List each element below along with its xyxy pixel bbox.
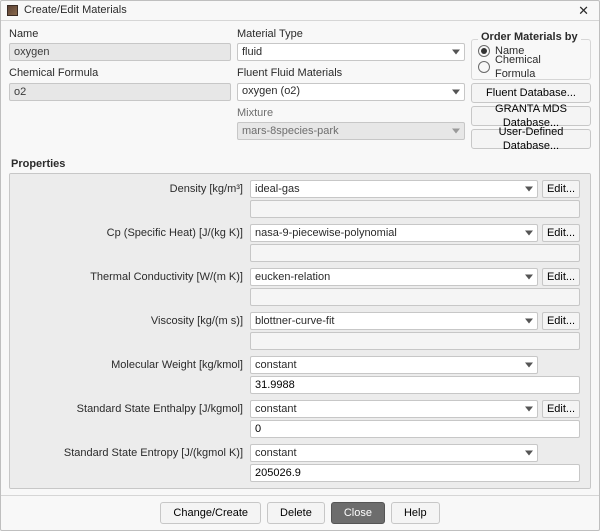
radio-icon	[478, 45, 490, 57]
property-row: Standard State Enthalpy [J/kgmol] constan…	[16, 400, 580, 418]
mixture-select: mars-8species-park	[237, 122, 465, 140]
property-method-select[interactable]: eucken-relation	[250, 268, 538, 286]
chevron-down-icon	[525, 275, 533, 280]
property-label: Standard State Entropy [J/(kgmol K)]	[16, 446, 246, 460]
chevron-down-icon	[452, 89, 460, 94]
chevron-down-icon	[525, 363, 533, 368]
property-row: Standard State Entropy [J/(kgmol K)] cons…	[16, 444, 580, 462]
property-edit-button[interactable]: Edit...	[542, 180, 580, 198]
property-label: Molecular Weight [kg/kmol]	[16, 358, 246, 372]
property-method-select[interactable]: nasa-9-piecewise-polynomial	[250, 224, 538, 242]
property-method-select[interactable]: constant	[250, 356, 538, 374]
property-value-field	[250, 244, 580, 262]
chevron-down-icon	[525, 187, 533, 192]
fluent-database-button[interactable]: Fluent Database...	[471, 83, 591, 103]
window-title: Create/Edit Materials	[24, 3, 127, 17]
property-value-row	[16, 420, 580, 438]
fluent-fluid-materials-select[interactable]: oxygen (o2)	[237, 83, 465, 101]
top-grid: Name oxygen Chemical Formula o2 Material…	[9, 25, 591, 149]
property-method-select[interactable]: constant	[250, 400, 538, 418]
order-materials-group: Order Materials by Name Chemical Formula	[471, 39, 591, 80]
property-label: Density [kg/m³]	[16, 182, 246, 196]
granta-mds-database-button[interactable]: GRANTA MDS Database...	[471, 106, 591, 126]
material-type-label: Material Type	[237, 27, 465, 41]
delete-button[interactable]: Delete	[267, 502, 325, 524]
property-edit-button[interactable]: Edit...	[542, 268, 580, 286]
name-formula-column: Name oxygen Chemical Formula o2	[9, 25, 231, 149]
material-selectors-column: Material Type fluid Fluent Fluid Materia…	[237, 25, 465, 149]
chevron-down-icon	[525, 319, 533, 324]
formula-field[interactable]: o2	[9, 83, 231, 101]
material-type-select[interactable]: fluid	[237, 43, 465, 61]
property-value-field[interactable]	[250, 420, 580, 438]
chevron-down-icon	[452, 128, 460, 133]
property-value-row	[16, 376, 580, 394]
properties-title: Properties	[11, 157, 591, 171]
right-column: Order Materials by Name Chemical Formula…	[471, 25, 591, 149]
name-label: Name	[9, 27, 231, 41]
fluent-fluid-materials-label: Fluent Fluid Materials	[237, 66, 465, 80]
property-value-row	[16, 332, 580, 350]
chevron-down-icon	[525, 451, 533, 456]
property-method-select[interactable]: blottner-curve-fit	[250, 312, 538, 330]
property-edit-button[interactable]: Edit...	[542, 488, 580, 489]
property-edit-button[interactable]: Edit...	[542, 400, 580, 418]
property-label: Thermal Conductivity [W/(m K)]	[16, 270, 246, 284]
chevron-down-icon	[452, 50, 460, 55]
order-by-formula-radio[interactable]: Chemical Formula	[478, 59, 584, 75]
user-defined-database-button[interactable]: User-Defined Database...	[471, 129, 591, 149]
chevron-down-icon	[525, 231, 533, 236]
property-row: Molecular Weight [kg/kmol] constant	[16, 356, 580, 374]
properties-section: Properties Density [kg/m³]ideal-gasEdit.…	[9, 157, 591, 489]
property-value-row	[16, 288, 580, 306]
property-row: Density [kg/m³] ideal-gasEdit...	[16, 180, 580, 198]
property-row: Cp (Specific Heat) [J/(kg K)] nasa-9-piec…	[16, 224, 580, 242]
create-edit-materials-dialog: Create/Edit Materials ✕ Name oxygen Chem…	[0, 0, 600, 531]
property-edit-button[interactable]: Edit...	[542, 312, 580, 330]
property-value-field[interactable]	[250, 464, 580, 482]
close-icon[interactable]: ✕	[574, 4, 593, 17]
property-edit-button[interactable]: Edit...	[542, 224, 580, 242]
order-materials-legend: Order Materials by	[478, 30, 581, 44]
name-field[interactable]: oxygen	[9, 43, 231, 61]
chevron-down-icon	[525, 407, 533, 412]
property-value-field[interactable]	[250, 376, 580, 394]
radio-icon	[478, 61, 490, 73]
property-method-select[interactable]: constant	[250, 488, 538, 489]
property-label: Viscosity [kg/(m s)]	[16, 314, 246, 328]
property-method-select[interactable]: constant	[250, 444, 538, 462]
property-row: Thermal Conductivity [W/(m K)] eucken-rel…	[16, 268, 580, 286]
properties-list: Density [kg/m³]ideal-gasEdit...Cp (Speci…	[9, 173, 591, 489]
property-row: Viscosity [kg/(m s)] blottner-curve-fitEd…	[16, 312, 580, 330]
fluent-app-icon	[7, 5, 18, 16]
titlebar: Create/Edit Materials ✕	[1, 1, 599, 21]
property-value-row	[16, 200, 580, 218]
content: Name oxygen Chemical Formula o2 Material…	[1, 21, 599, 495]
property-label: Cp (Specific Heat) [J/(kg K)]	[16, 226, 246, 240]
property-value-row	[16, 464, 580, 482]
property-label: Standard State Enthalpy [J/kgmol]	[16, 402, 246, 416]
property-value-row	[16, 244, 580, 262]
change-create-button[interactable]: Change/Create	[160, 502, 261, 524]
help-button[interactable]: Help	[391, 502, 440, 524]
property-value-field	[250, 288, 580, 306]
property-row: Characteristic Vibrational Temperature […	[16, 488, 580, 489]
close-button[interactable]: Close	[331, 502, 385, 524]
property-method-select[interactable]: ideal-gas	[250, 180, 538, 198]
property-value-field	[250, 200, 580, 218]
property-value-field	[250, 332, 580, 350]
mixture-label: Mixture	[237, 106, 465, 120]
footer: Change/Create Delete Close Help	[1, 495, 599, 530]
formula-label: Chemical Formula	[9, 66, 231, 80]
